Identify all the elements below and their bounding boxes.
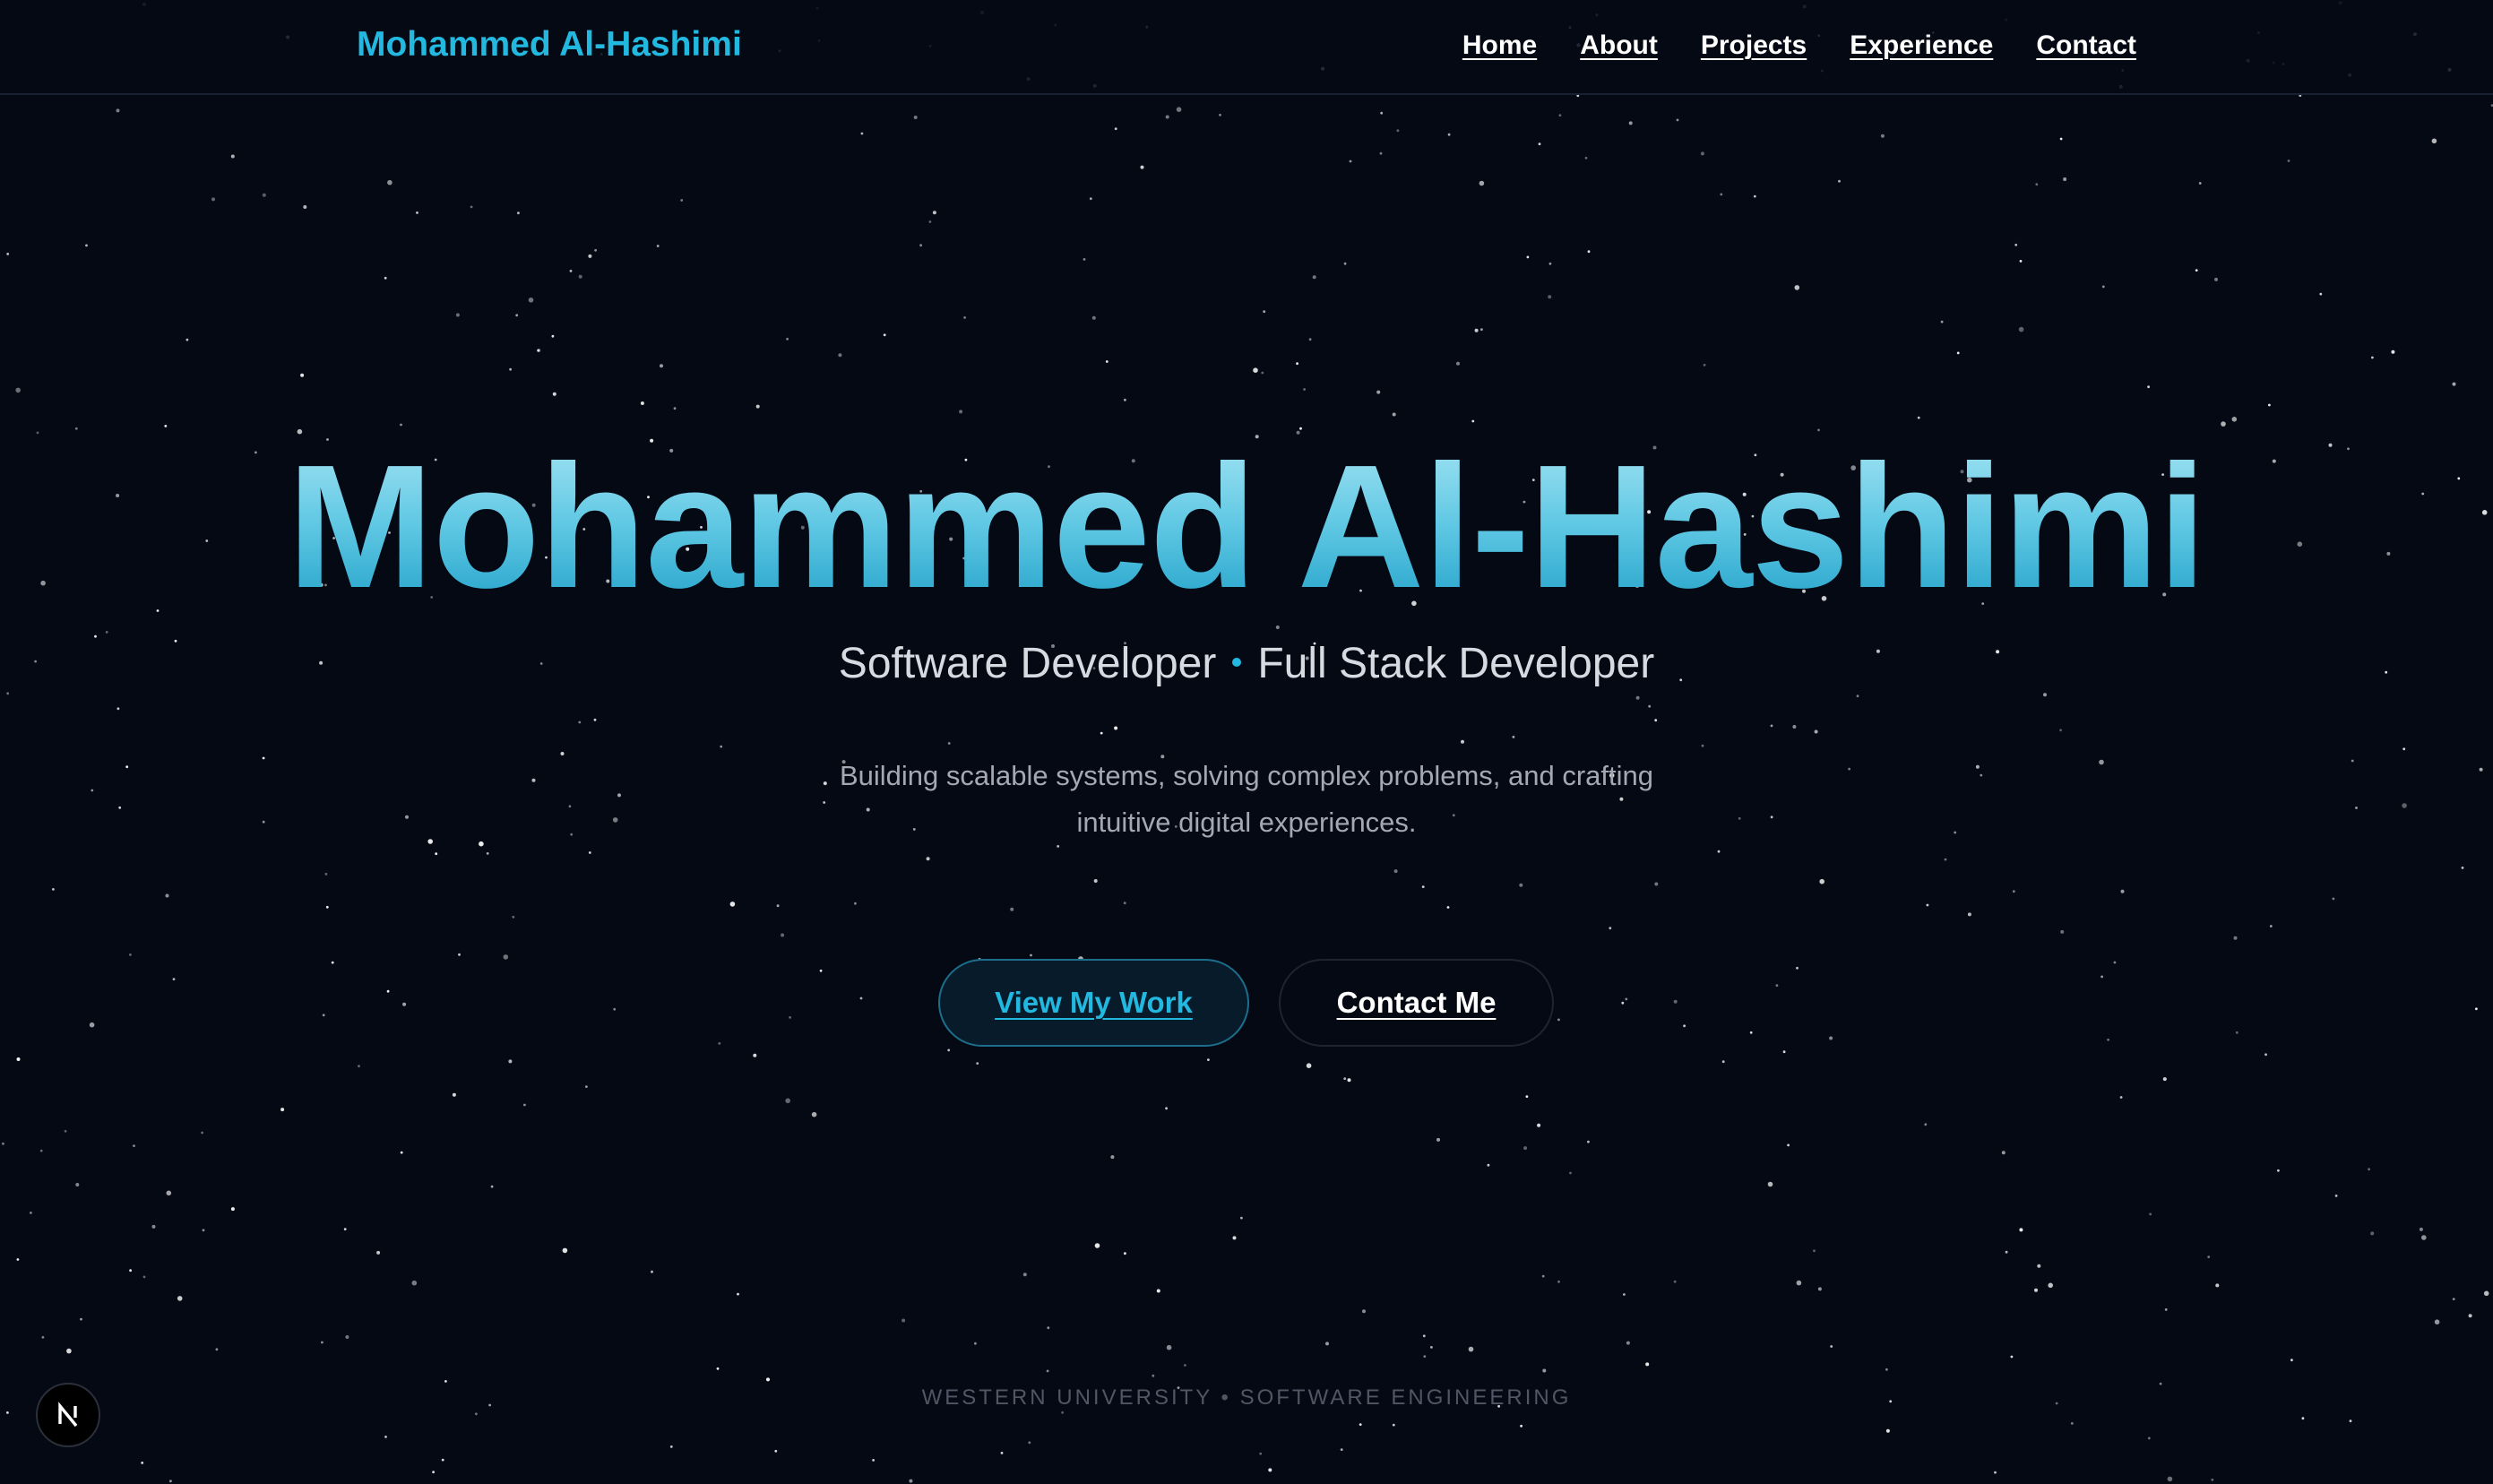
hero-subtitle: Software Developer Full Stack Developer [0, 639, 2493, 688]
brand-logo-link[interactable]: Mohammed Al-Hashimi [357, 25, 742, 65]
nav-link-about[interactable]: About [1580, 30, 1658, 61]
nav-link-experience[interactable]: Experience [1850, 30, 1993, 61]
nav-link-projects[interactable]: Projects [1701, 30, 1807, 61]
nextjs-n-icon [58, 1402, 78, 1428]
hero-section: Mohammed Al-Hashimi Software Developer Fu… [0, 0, 2493, 1484]
role-secondary: Full Stack Developer [1257, 640, 1655, 687]
hero-title: Mohammed Al-Hashimi [0, 428, 2493, 626]
view-my-work-button[interactable]: View My Work [938, 959, 1249, 1047]
nextjs-dev-badge[interactable] [36, 1383, 100, 1447]
contact-me-button[interactable]: Contact Me [1279, 959, 1554, 1047]
top-navbar: Mohammed Al-Hashimi Home About Projects … [0, 0, 2493, 95]
hero-tagline: Building scalable systems, solving compl… [839, 760, 1654, 838]
nav-link-home[interactable]: Home [1462, 30, 1537, 61]
nav-link-contact[interactable]: Contact [2036, 30, 2136, 61]
nav-links: Home About Projects Experience Contact [1462, 30, 2136, 61]
role-primary: Software Developer [838, 640, 1217, 687]
separator-dot-icon [1232, 658, 1242, 668]
education-note: WESTERN UNIVERSITY • SOFTWARE ENGINEERIN… [921, 1385, 1572, 1410]
